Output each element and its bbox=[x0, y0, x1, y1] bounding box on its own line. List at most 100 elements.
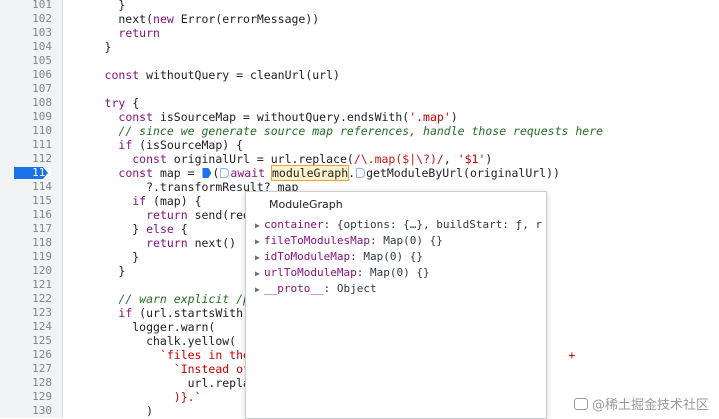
line-gutter[interactable]: 130 bbox=[0, 404, 63, 418]
line-number[interactable]: 126 bbox=[32, 348, 52, 362]
line-gutter[interactable]: 106 bbox=[0, 68, 63, 82]
line-number[interactable]: 117 bbox=[32, 222, 52, 236]
inline-breakpoint-icon[interactable] bbox=[220, 168, 230, 178]
code-line[interactable]: 110 // since we generate source map refe… bbox=[0, 124, 719, 138]
code-line[interactable]: 104 } bbox=[0, 40, 719, 54]
code-line[interactable]: 111 if (isSourceMap) { bbox=[0, 138, 719, 152]
line-number[interactable]: 104 bbox=[32, 40, 52, 54]
line-number[interactable]: 114 bbox=[32, 180, 52, 194]
line-gutter[interactable]: 107 bbox=[0, 82, 63, 96]
line-gutter[interactable]: 101 bbox=[0, 0, 63, 12]
line-number[interactable]: 118 bbox=[32, 236, 52, 250]
line-code: chalk.yellow( bbox=[63, 334, 236, 348]
line-number[interactable]: 108 bbox=[32, 96, 52, 110]
code-line[interactable]: 101 } bbox=[0, 0, 719, 12]
property-row[interactable]: ▶ fileToModulesMap: Map(0) {} bbox=[255, 233, 545, 248]
property-row[interactable]: ▶ urlToModuleMap: Map(0) {} bbox=[255, 265, 545, 280]
line-number[interactable]: 113 bbox=[32, 166, 52, 180]
hovered-identifier[interactable]: moduleGraph bbox=[270, 165, 350, 181]
code-token: if bbox=[118, 306, 133, 320]
line-gutter[interactable]: 105 bbox=[0, 54, 63, 68]
line-code: if (map) { bbox=[63, 194, 201, 208]
line-gutter[interactable]: 104 bbox=[0, 40, 63, 54]
property-row[interactable]: ▶ idToModuleMap: Map(0) {} bbox=[255, 249, 545, 264]
line-gutter[interactable]: 108 bbox=[0, 96, 63, 110]
code-line[interactable]: 112 const originalUrl = url.replace(/\.m… bbox=[0, 152, 719, 166]
code-line[interactable]: 107 bbox=[0, 82, 719, 96]
line-number[interactable]: 124 bbox=[32, 320, 52, 334]
popover-title: ModuleGraph bbox=[269, 198, 343, 211]
line-number[interactable]: 130 bbox=[32, 404, 52, 418]
code-token: map = bbox=[153, 166, 202, 180]
property-row[interactable]: ▶ container: {options: {…}, buildStart: ƒ… bbox=[255, 217, 545, 232]
code-line[interactable]: 106 const withoutQuery = cleanUrl(url) bbox=[0, 68, 719, 82]
line-number[interactable]: 111 bbox=[32, 138, 52, 152]
property-row[interactable]: ▶ __proto__: Object bbox=[255, 281, 545, 296]
line-gutter[interactable]: 119 bbox=[0, 250, 63, 264]
line-gutter[interactable]: 110 bbox=[0, 124, 63, 138]
line-gutter[interactable]: 102 bbox=[0, 12, 63, 26]
line-gutter[interactable]: 114 bbox=[0, 180, 63, 194]
line-number[interactable]: 115 bbox=[32, 194, 52, 208]
triangle-right-icon[interactable]: ▶ bbox=[255, 282, 264, 296]
line-gutter[interactable]: 128 bbox=[0, 376, 63, 390]
line-number[interactable]: 102 bbox=[32, 12, 52, 26]
line-number[interactable]: 106 bbox=[32, 68, 52, 82]
line-number[interactable]: 116 bbox=[32, 208, 52, 222]
triangle-right-icon[interactable]: ▶ bbox=[255, 250, 264, 264]
triangle-right-icon[interactable]: ▶ bbox=[255, 266, 264, 280]
line-gutter[interactable]: 109 bbox=[0, 110, 63, 124]
line-gutter[interactable]: 117 bbox=[0, 222, 63, 236]
line-number[interactable]: 121 bbox=[32, 278, 52, 292]
line-number[interactable]: 127 bbox=[32, 362, 52, 376]
line-code: next(new Error(errorMessage)) bbox=[63, 12, 319, 26]
line-gutter[interactable]: 129 bbox=[0, 390, 63, 404]
code-token: '.map' bbox=[409, 110, 451, 124]
line-gutter[interactable]: 115 bbox=[0, 194, 63, 208]
line-gutter[interactable]: 116 bbox=[0, 208, 63, 222]
line-gutter[interactable]: 126 bbox=[0, 348, 63, 362]
line-number[interactable]: 112 bbox=[32, 152, 52, 166]
code-line[interactable]: 105 bbox=[0, 54, 719, 68]
line-number[interactable]: 128 bbox=[32, 376, 52, 390]
line-gutter[interactable]: 112 bbox=[0, 152, 63, 166]
property-value: : Map(0) {} bbox=[369, 234, 443, 247]
line-number[interactable]: 125 bbox=[32, 334, 52, 348]
line-number[interactable]: 110 bbox=[32, 124, 52, 138]
line-number[interactable]: 109 bbox=[32, 110, 52, 124]
code-line[interactable]: 102 next(new Error(errorMessage)) bbox=[0, 12, 719, 26]
code-line[interactable]: 109 const isSourceMap = withoutQuery.end… bbox=[0, 110, 719, 124]
line-number[interactable]: 119 bbox=[32, 250, 52, 264]
line-gutter[interactable]: 120 bbox=[0, 264, 63, 278]
line-gutter[interactable]: 124 bbox=[0, 320, 63, 334]
line-number[interactable]: 122 bbox=[32, 292, 52, 306]
code-token: const bbox=[104, 68, 140, 82]
line-gutter[interactable]: 113 bbox=[0, 166, 63, 180]
code-line[interactable]: 113 const map = (await moduleGraph. getMo… bbox=[0, 165, 719, 181]
inline-breakpoint-icon[interactable] bbox=[202, 168, 212, 178]
line-number[interactable]: 120 bbox=[32, 264, 52, 278]
line-code: const withoutQuery = cleanUrl(url) bbox=[63, 68, 340, 82]
triangle-right-icon[interactable]: ▶ bbox=[255, 218, 264, 232]
line-number[interactable]: 107 bbox=[32, 82, 52, 96]
code-line[interactable]: 108 try { bbox=[0, 96, 719, 110]
inline-breakpoint-icon[interactable] bbox=[356, 168, 366, 178]
line-gutter[interactable]: 111 bbox=[0, 138, 63, 152]
line-gutter[interactable]: 127 bbox=[0, 362, 63, 376]
line-number[interactable]: 105 bbox=[32, 54, 52, 68]
line-gutter[interactable]: 121 bbox=[0, 278, 63, 292]
line-gutter[interactable]: 125 bbox=[0, 334, 63, 348]
line-gutter[interactable]: 122 bbox=[0, 292, 63, 306]
code-line[interactable]: 103 return bbox=[0, 26, 719, 40]
line-number[interactable]: 101 bbox=[32, 0, 52, 12]
line-number[interactable]: 129 bbox=[32, 390, 52, 404]
line-gutter[interactable]: 123 bbox=[0, 306, 63, 320]
line-gutter[interactable]: 103 bbox=[0, 26, 63, 40]
line-number[interactable]: 103 bbox=[32, 26, 52, 40]
line-number[interactable]: 123 bbox=[32, 306, 52, 320]
line-gutter[interactable]: 118 bbox=[0, 236, 63, 250]
triangle-right-icon[interactable]: ▶ bbox=[255, 234, 264, 248]
